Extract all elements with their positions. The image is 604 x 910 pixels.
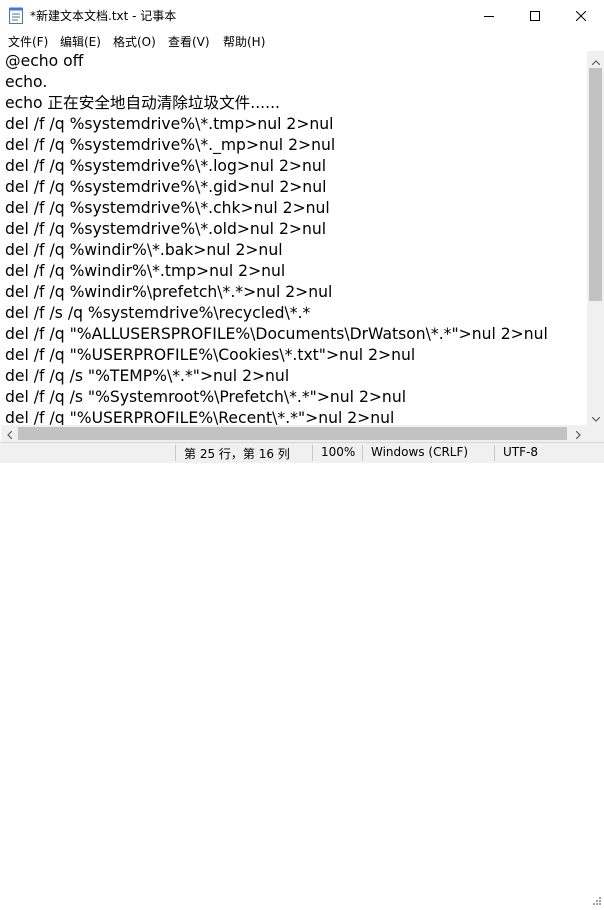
window-title: *新建文本文档.txt - 记事本 bbox=[30, 9, 177, 23]
editor-line: del /f /q %windir%\*.tmp>nul 2>nul bbox=[5, 262, 286, 280]
menu-bar: 文件(F) 编辑(E) 格式(O) 查看(V) 帮助(H) bbox=[0, 31, 604, 51]
resize-grip-icon[interactable] bbox=[590, 891, 602, 905]
menu-edit[interactable]: 编辑(E) bbox=[60, 33, 101, 50]
editor-line: del /f /q /s "%TEMP%\*.*">nul 2>nul bbox=[5, 367, 290, 385]
editor-line: del /f /s /q %systemdrive%\recycled\*.* bbox=[5, 304, 311, 322]
chevron-left-icon bbox=[7, 424, 13, 443]
horizontal-scrollbar[interactable] bbox=[1, 425, 587, 442]
chevron-right-icon bbox=[575, 424, 581, 443]
editor-line: del /f /q %systemdrive%\*.gid>nul 2>nul bbox=[5, 178, 327, 196]
status-divider bbox=[175, 445, 176, 461]
maximize-button[interactable] bbox=[512, 0, 558, 31]
menu-file[interactable]: 文件(F) bbox=[8, 33, 48, 50]
menu-help[interactable]: 帮助(H) bbox=[223, 33, 265, 50]
editor-line: del /f /q %windir%\*.bak>nul 2>nul bbox=[5, 241, 283, 259]
line-ending: Windows (CRLF) bbox=[371, 445, 469, 459]
editor-line: echo. bbox=[5, 73, 48, 91]
close-icon bbox=[576, 10, 586, 21]
zoom-level: 100% bbox=[321, 445, 356, 459]
editor-line: echo 正在安全地自动清除垃圾文件...... bbox=[5, 94, 281, 112]
editor-line: del /f /q %systemdrive%\*.tmp>nul 2>nul bbox=[5, 115, 334, 133]
editor-line: del /f /q "%USERPROFILE%\Cookies\*.txt">… bbox=[5, 346, 416, 364]
scroll-left-button[interactable] bbox=[1, 425, 18, 442]
chevron-up-icon bbox=[591, 50, 600, 69]
scroll-right-button[interactable] bbox=[570, 425, 587, 442]
text-editor[interactable]: @echo off echo. echo 正在安全地自动清除垃圾文件......… bbox=[1, 51, 586, 425]
horizontal-scroll-thumb[interactable] bbox=[18, 427, 567, 440]
editor-line: del /f /q /s "%Systemroot%\Prefetch\*.*"… bbox=[5, 388, 407, 406]
cursor-position: 第 25 行，第 16 列 bbox=[184, 447, 290, 461]
editor-line: del /f /q %windir%\prefetch\*.*>nul 2>nu… bbox=[5, 283, 333, 301]
maximize-icon bbox=[530, 10, 540, 21]
status-divider bbox=[312, 445, 313, 461]
scrollbar-corner bbox=[587, 425, 604, 442]
menu-format[interactable]: 格式(O) bbox=[113, 33, 156, 50]
status-bar: 第 25 行，第 16 列 100% Windows (CRLF) UTF-8 bbox=[0, 442, 604, 905]
editor-line: del /f /q %systemdrive%\*._mp>nul 2>nul bbox=[5, 136, 336, 154]
scroll-up-button[interactable] bbox=[587, 51, 604, 68]
vertical-scroll-thumb[interactable] bbox=[589, 68, 602, 301]
status-divider bbox=[362, 445, 363, 461]
encoding: UTF-8 bbox=[503, 445, 538, 459]
editor-line: del /f /q "%ALLUSERSPROFILE%\Documents\D… bbox=[5, 325, 548, 343]
notepad-icon bbox=[9, 7, 23, 24]
editor-line: del /f /q %systemdrive%\*.chk>nul 2>nul bbox=[5, 199, 330, 217]
editor-line: del /f /q %systemdrive%\*.log>nul 2>nul bbox=[5, 157, 327, 175]
scroll-down-button[interactable] bbox=[587, 408, 604, 425]
status-divider bbox=[494, 445, 495, 461]
menu-view[interactable]: 查看(V) bbox=[168, 33, 210, 50]
title-bar[interactable]: *新建文本文档.txt - 记事本 bbox=[0, 0, 604, 31]
chevron-down-icon bbox=[591, 407, 600, 426]
minimize-icon bbox=[484, 11, 494, 21]
editor-line: del /f /q "%USERPROFILE%\Recent\*.*">nul… bbox=[5, 409, 395, 425]
editor-line: del /f /q %systemdrive%\*.old>nul 2>nul bbox=[5, 220, 327, 238]
notepad-window: *新建文本文档.txt - 记事本 文件(F) 编辑(E) 格式(O) 查看(V… bbox=[0, 0, 604, 905]
minimize-button[interactable] bbox=[466, 0, 512, 31]
close-button[interactable] bbox=[558, 0, 604, 31]
editor-lines: @echo off echo. echo 正在安全地自动清除垃圾文件......… bbox=[5, 51, 548, 425]
vertical-scrollbar[interactable] bbox=[587, 51, 604, 425]
editor-line: @echo off bbox=[5, 52, 84, 70]
